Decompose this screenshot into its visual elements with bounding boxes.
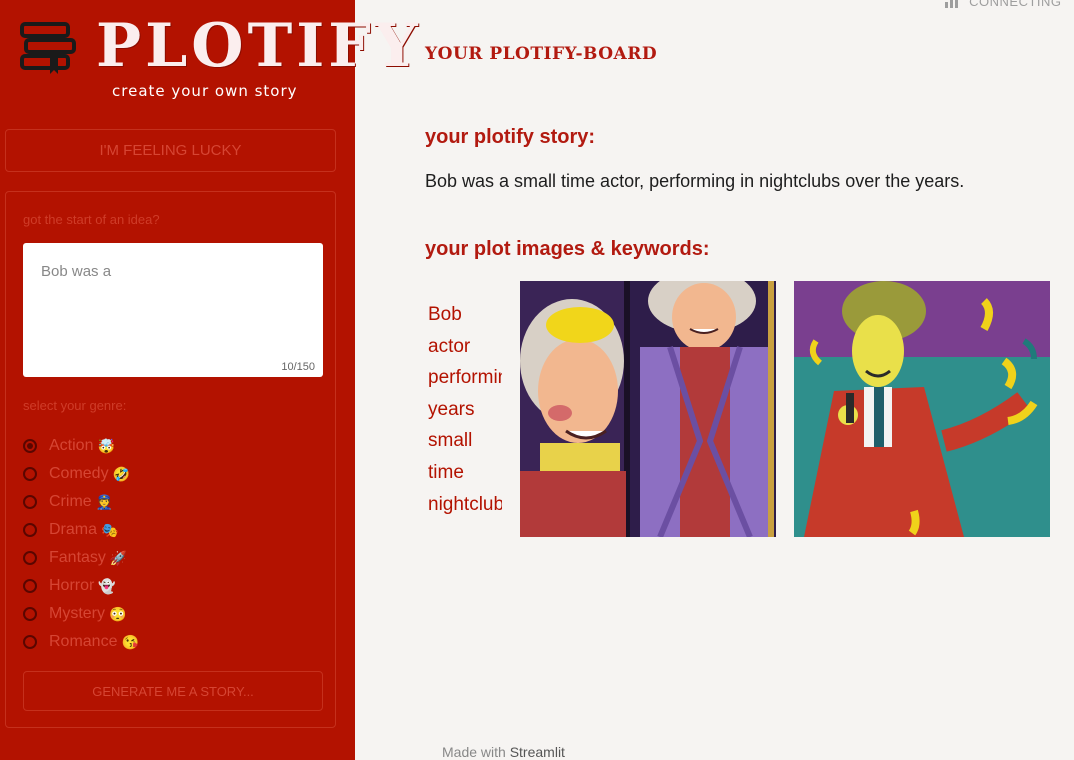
- radio-button[interactable]: [23, 467, 37, 481]
- genre-label-text: Crime: [49, 493, 92, 510]
- keyword-item: nightclubs: [428, 493, 502, 515]
- radio-button[interactable]: [23, 523, 37, 537]
- emoji-icon: 🎭: [101, 521, 119, 538]
- emoji-icon: 🤣: [112, 465, 131, 482]
- radio-button[interactable]: [23, 551, 37, 565]
- genre-label-text: Comedy: [49, 465, 109, 482]
- keyword-item: years: [428, 398, 475, 420]
- keyword-item: small: [428, 430, 473, 452]
- emoji-icon: 👻: [98, 577, 116, 594]
- genre-option-romance[interactable]: Romance 😘: [23, 628, 139, 656]
- genre-label-text: Mystery: [49, 605, 105, 622]
- story-form: got the start of an idea? Bob was a 10/1…: [5, 191, 336, 728]
- genre-label-text: Action: [49, 437, 94, 454]
- genre-label-text: Fantasy: [49, 549, 106, 566]
- genre-radio-group: Action 🤯 Comedy 🤣 Crime 👮 Drama 🎭 Fantas: [23, 432, 139, 656]
- emoji-icon: 🤯: [97, 437, 115, 454]
- idea-label: got the start of an idea?: [23, 212, 160, 227]
- radio-button[interactable]: [23, 439, 37, 453]
- emoji-icon: 😘: [121, 633, 139, 650]
- story-text: Bob was a small time actor, performing i…: [425, 171, 965, 191]
- generate-story-button[interactable]: GENERATE ME A STORY...: [23, 671, 323, 711]
- radio-button[interactable]: [23, 607, 37, 621]
- plotify-logo: PLOTIFY create your own story: [20, 8, 418, 108]
- footer-made-with: Made with: [442, 744, 506, 760]
- board-title: YOUR PLOTIFY-BOARD: [425, 44, 658, 64]
- genre-label-text: Horror: [49, 577, 95, 594]
- logo-subtitle: create your own story: [112, 82, 298, 100]
- connecting-icon: [945, 0, 958, 8]
- genre-option-action[interactable]: Action 🤯: [23, 432, 139, 460]
- story-heading: your plotify story:: [425, 126, 596, 148]
- emoji-icon: 😳: [109, 605, 127, 622]
- radio-button[interactable]: [23, 635, 37, 649]
- char-count: 10/150: [281, 361, 315, 373]
- images-heading: your plot images & keywords:: [425, 238, 710, 260]
- genre-option-mystery[interactable]: Mystery 😳: [23, 600, 139, 628]
- keyword-item: time: [428, 461, 464, 483]
- idea-value: Bob was a: [41, 263, 112, 280]
- keyword-item: performing: [428, 367, 502, 389]
- idea-textarea[interactable]: Bob was a 10/150: [23, 243, 323, 377]
- sidebar: PLOTIFY create your own story I'M FEELIN…: [0, 0, 418, 760]
- genre-option-fantasy[interactable]: Fantasy 🚀: [23, 544, 139, 572]
- genre-label: select your genre:: [23, 398, 127, 413]
- streamlit-link[interactable]: Streamlit: [510, 744, 565, 760]
- genre-label-text: Romance: [49, 633, 118, 650]
- book-stack-icon: [20, 22, 76, 74]
- keyword-item: Bob: [428, 304, 462, 325]
- connection-status: CONNECTING: [945, 0, 1062, 9]
- feeling-lucky-button[interactable]: I'M FEELING LUCKY: [5, 129, 336, 172]
- keyword-item: actor: [428, 335, 471, 357]
- emoji-icon: 👮: [95, 493, 114, 510]
- genre-option-drama[interactable]: Drama 🎭: [23, 516, 139, 544]
- radio-button[interactable]: [23, 579, 37, 593]
- genre-option-comedy[interactable]: Comedy 🤣: [23, 460, 139, 488]
- plot-image-1: [520, 281, 776, 537]
- keyword-list: Bob actor performing years small time ni…: [428, 299, 502, 520]
- footer: Made with Streamlit: [442, 744, 565, 760]
- genre-option-horror[interactable]: Horror 👻: [23, 572, 139, 600]
- logo-title: PLOTIFY: [96, 11, 422, 81]
- status-text: CONNECTING: [969, 0, 1062, 9]
- radio-button[interactable]: [23, 495, 37, 509]
- plot-image-2: [794, 281, 1050, 537]
- genre-label-text: Drama: [49, 521, 98, 538]
- emoji-icon: 🚀: [109, 549, 128, 566]
- genre-option-crime[interactable]: Crime 👮: [23, 488, 139, 516]
